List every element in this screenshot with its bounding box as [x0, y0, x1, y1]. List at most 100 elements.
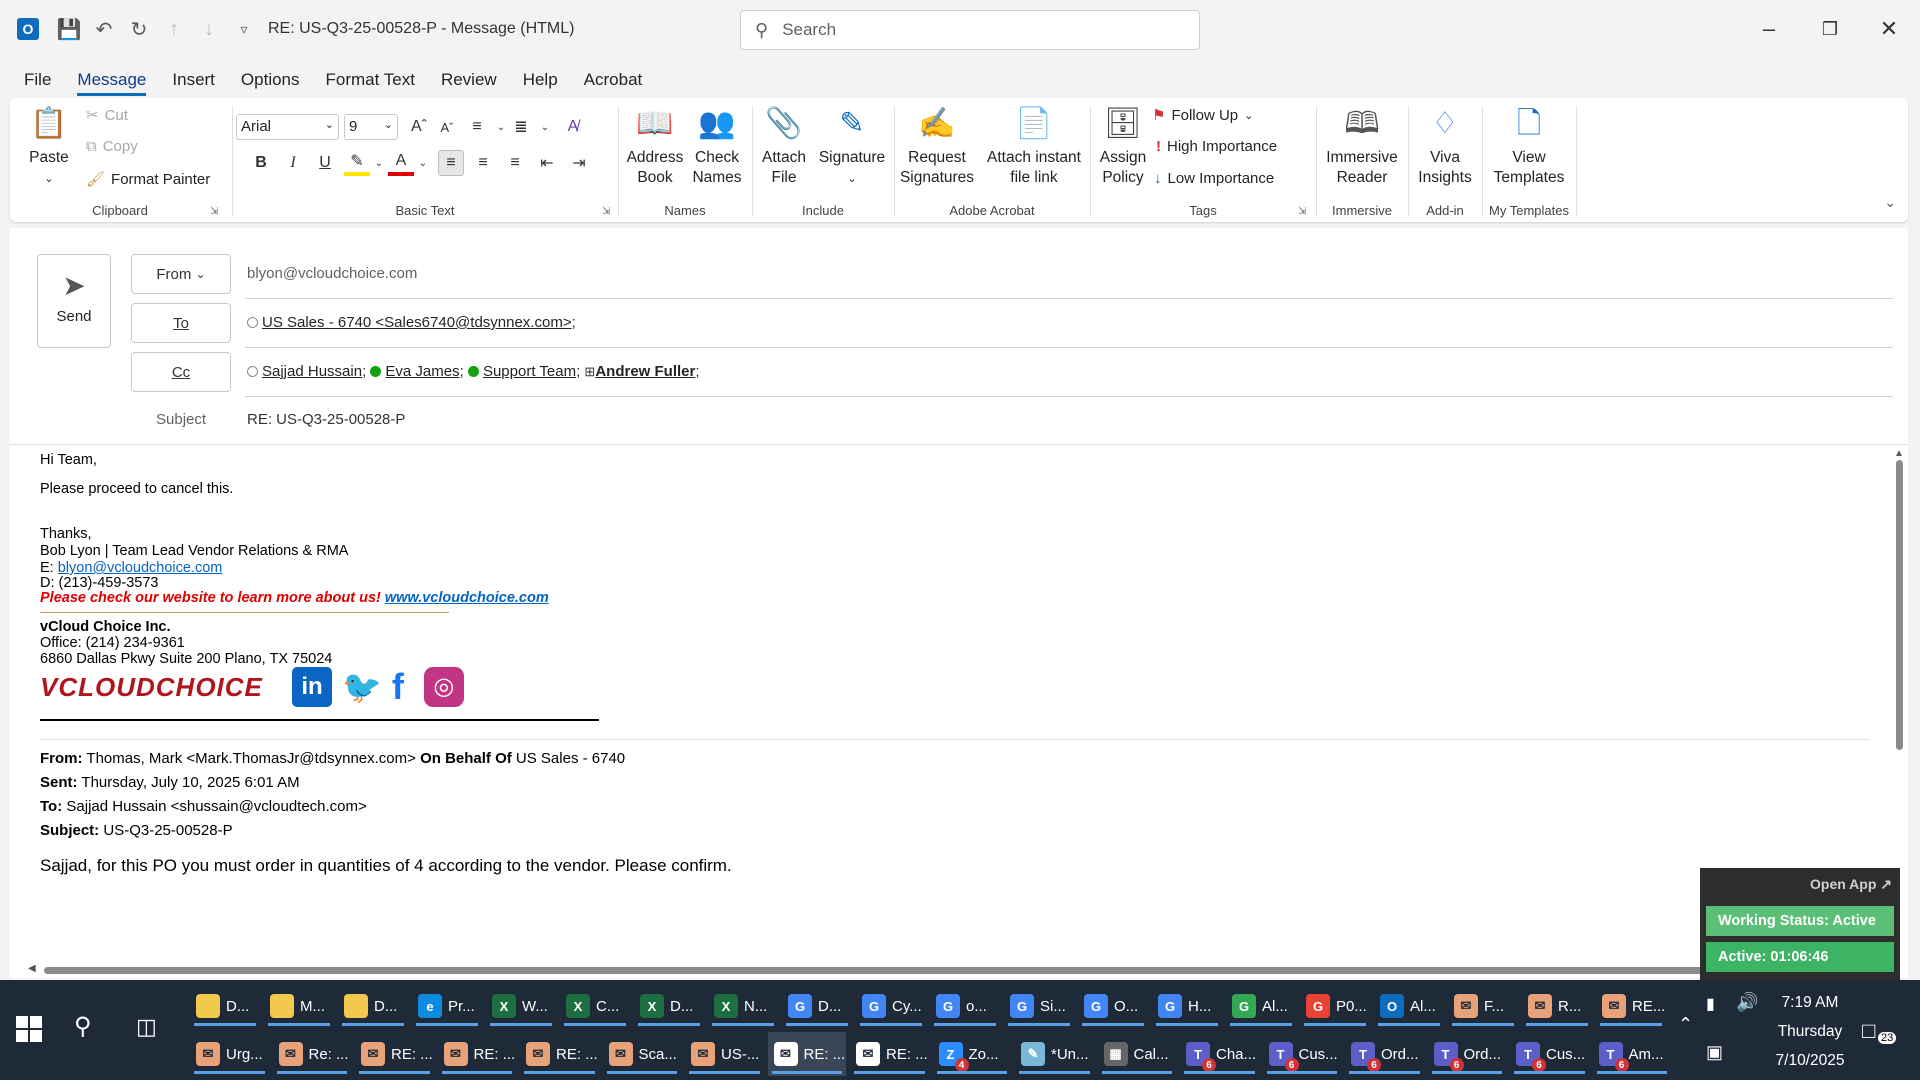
- save-icon[interactable]: 💾: [57, 17, 82, 41]
- search-box[interactable]: ⚲ Search: [740, 10, 1200, 50]
- taskbar-app[interactable]: G Cy...: [856, 984, 926, 1028]
- taskbar-app[interactable]: T 6 Cus...: [1263, 1032, 1342, 1076]
- check-names-button[interactable]: 👥 Check Names: [686, 104, 748, 188]
- taskbar-app[interactable]: ✉ RE: ...: [355, 1032, 434, 1076]
- close-button[interactable]: ✕: [1874, 14, 1904, 44]
- bullets-icon[interactable]: ≡: [464, 114, 490, 140]
- previous-item-icon[interactable]: ↑: [162, 17, 186, 41]
- taskbar-app[interactable]: ✉ US-...: [685, 1032, 764, 1076]
- working-status[interactable]: Working Status: Active: [1706, 906, 1894, 936]
- linkedin-icon[interactable]: in: [292, 667, 332, 707]
- recipient-cc-group[interactable]: Andrew Fuller: [595, 363, 695, 380]
- low-importance-button[interactable]: ↓ Low Importance: [1154, 170, 1274, 187]
- format-painter-button[interactable]: 🖌 Format Painter: [86, 170, 210, 189]
- from-button[interactable]: From ⌄: [131, 254, 231, 294]
- taskbar-app[interactable]: ✉ Re: ...: [273, 1032, 352, 1076]
- align-center-icon[interactable]: ≡: [470, 150, 496, 176]
- minimize-button[interactable]: –: [1754, 14, 1784, 44]
- taskbar-app[interactable]: ✉ Urg...: [190, 1032, 269, 1076]
- menu-help[interactable]: Help: [523, 62, 558, 96]
- taskbar-app[interactable]: X D...: [634, 984, 704, 1028]
- menu-acrobat[interactable]: Acrobat: [584, 62, 643, 96]
- chevron-down-icon[interactable]: ⌄: [410, 150, 436, 176]
- numbering-icon[interactable]: ≣: [508, 114, 534, 140]
- taskbar-app[interactable]: ✉ RE: ...: [520, 1032, 599, 1076]
- request-signatures-button[interactable]: ✍ Request Signatures: [896, 104, 978, 188]
- signature-email-link[interactable]: blyon@vcloudchoice.com: [58, 560, 223, 576]
- send-button[interactable]: ➤ Send: [37, 254, 111, 348]
- search-icon[interactable]: ⚲: [74, 1012, 92, 1041]
- menu-review[interactable]: Review: [441, 62, 497, 96]
- taskbar-app[interactable]: ✉ RE: ...: [850, 1032, 929, 1076]
- windows-start-icon[interactable]: [16, 1016, 44, 1044]
- taskbar-app[interactable]: ▦ Cal...: [1098, 1032, 1177, 1076]
- taskbar-app[interactable]: ✉ F...: [1448, 984, 1518, 1028]
- scroll-thumb[interactable]: [1896, 460, 1903, 750]
- expand-group-icon[interactable]: ⊞: [584, 364, 595, 379]
- font-name-select[interactable]: Arial ⌄: [236, 114, 339, 140]
- taskbar-app[interactable]: G H...: [1152, 984, 1222, 1028]
- taskbar-app[interactable]: O Al...: [1374, 984, 1444, 1028]
- assign-policy-button[interactable]: 🗄 Assign Policy: [1094, 104, 1152, 188]
- taskbar-app[interactable]: T 6 Am...: [1593, 1032, 1672, 1076]
- bold-icon[interactable]: B: [248, 150, 274, 176]
- taskbar-app[interactable]: ✎ *Un...: [1015, 1032, 1094, 1076]
- taskbar-app[interactable]: ✉ R...: [1522, 984, 1592, 1028]
- open-app-link[interactable]: Open App ↗: [1810, 876, 1892, 893]
- to-button[interactable]: To: [131, 303, 231, 343]
- taskbar-app[interactable]: M...: [264, 984, 334, 1028]
- immersive-reader-button[interactable]: 🕮 Immersive Reader: [1318, 104, 1406, 188]
- taskbar-app[interactable]: ✉ RE: ...: [767, 1032, 846, 1076]
- scroll-thumb[interactable]: [44, 967, 1724, 974]
- taskbar-app[interactable]: G Si...: [1004, 984, 1074, 1028]
- taskbar-app[interactable]: X N...: [708, 984, 778, 1028]
- taskbar-app[interactable]: ✉ RE: ...: [438, 1032, 517, 1076]
- signature-button[interactable]: ✎ Signature ⌄: [814, 104, 890, 189]
- clear-formatting-icon[interactable]: A̸: [560, 114, 586, 140]
- notification-center[interactable]: □ 23: [1862, 1018, 1897, 1044]
- dialog-launcher-icon[interactable]: ⇲: [210, 206, 222, 218]
- system-clock[interactable]: 7:19 AM Thursday 7/10/2025: [1760, 988, 1860, 1075]
- taskbar-app[interactable]: X W...: [486, 984, 556, 1028]
- cc-button[interactable]: Cc: [131, 352, 231, 392]
- recipient-cc[interactable]: Eva James: [385, 363, 459, 380]
- follow-up-button[interactable]: ⚑ Follow Up ⌄: [1152, 106, 1253, 125]
- decrease-indent-icon[interactable]: ⇤: [534, 150, 560, 176]
- website-link[interactable]: www.vcloudchoice.com: [385, 590, 549, 606]
- customize-toolbar-icon[interactable]: ▿: [232, 17, 256, 41]
- address-book-button[interactable]: 📖 Address Book: [624, 104, 686, 188]
- menu-format-text[interactable]: Format Text: [326, 62, 415, 96]
- twitter-icon[interactable]: 🐦: [342, 668, 382, 706]
- search-input[interactable]: Search: [782, 20, 836, 40]
- taskbar-app[interactable]: T 6 Cus...: [1510, 1032, 1589, 1076]
- recipient-to[interactable]: US Sales - 6740 <Sales6740@tdsynnex.com>: [262, 314, 572, 331]
- show-hidden-icons-icon[interactable]: ⌃: [1678, 1014, 1693, 1035]
- network-icon[interactable]: ▣: [1706, 1042, 1723, 1063]
- attach-file-button[interactable]: 📎 Attach File: [756, 104, 812, 188]
- next-item-icon[interactable]: ↓: [197, 17, 221, 41]
- scroll-up-icon[interactable]: ▲: [1894, 448, 1904, 459]
- taskbar-app[interactable]: ✉ Sca...: [603, 1032, 682, 1076]
- dialog-launcher-icon[interactable]: ⇲: [602, 206, 614, 218]
- taskbar-app[interactable]: ✉ RE...: [1596, 984, 1666, 1028]
- taskbar-app[interactable]: D...: [338, 984, 408, 1028]
- menu-insert[interactable]: Insert: [172, 62, 215, 96]
- grow-font-icon[interactable]: Aˆ: [406, 114, 432, 140]
- chevron-down-icon[interactable]: ⌄: [532, 114, 558, 140]
- volume-icon[interactable]: 🔊: [1736, 992, 1758, 1013]
- facebook-icon[interactable]: f: [392, 666, 414, 708]
- taskbar-app[interactable]: Z 4 Zo...: [933, 1032, 1012, 1076]
- shrink-font-icon[interactable]: Aˇ: [434, 114, 460, 140]
- taskbar-app[interactable]: G P0...: [1300, 984, 1370, 1028]
- scroll-left-icon[interactable]: ◀: [28, 963, 36, 974]
- taskbar-app[interactable]: Go...: [930, 984, 1000, 1028]
- taskbar-app[interactable]: X C...: [560, 984, 630, 1028]
- taskbar-app[interactable]: T 6 Cha...: [1180, 1032, 1259, 1076]
- increase-indent-icon[interactable]: ⇥: [566, 150, 592, 176]
- taskbar-app[interactable]: e Pr...: [412, 984, 482, 1028]
- redo-icon[interactable]: ↻: [127, 17, 151, 41]
- cut-button[interactable]: ✂ Cut: [86, 106, 128, 125]
- horizontal-scrollbar[interactable]: ◀: [28, 963, 1730, 977]
- battery-icon[interactable]: ▮: [1706, 994, 1715, 1014]
- instagram-icon[interactable]: ◎: [423, 667, 464, 707]
